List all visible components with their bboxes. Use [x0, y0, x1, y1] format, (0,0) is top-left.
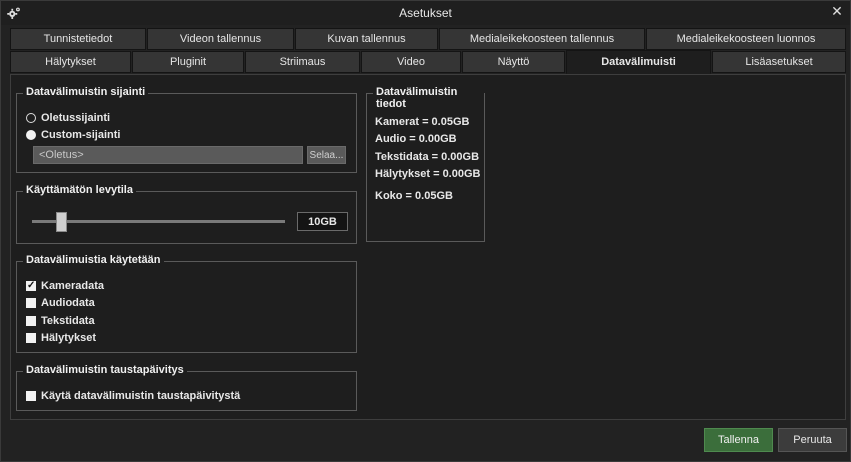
free-space-value[interactable]: 10GB	[297, 212, 348, 231]
usage-item-halytykset[interactable]: Hälytykset	[26, 332, 96, 344]
checkbox[interactable]	[26, 391, 36, 401]
usage-item-kameradata[interactable]: ✓ Kameradata	[26, 280, 104, 292]
tab-medialeikekoosteen-tallennus[interactable]: Medialeikekoosteen tallennus	[439, 28, 645, 50]
window-title: Asetukset	[399, 6, 452, 20]
tab-lisaasetukset[interactable]: Lisäasetukset	[712, 51, 846, 73]
location-group-title: Datavälimuistin sijainti	[23, 86, 149, 98]
info-audio: Audio = 0.00GB	[375, 133, 457, 145]
checkbox[interactable]	[26, 298, 36, 308]
info-text: Tekstidata = 0.00GB	[375, 151, 480, 163]
tab-medialeikekoosteen-luonnos[interactable]: Medialeikekoosteen luonnos	[646, 28, 846, 50]
tab-halytykset[interactable]: Hälytykset	[10, 51, 131, 73]
tab-naytto[interactable]: Näyttö	[462, 51, 565, 73]
tab-striimaus[interactable]: Striimaus	[245, 51, 360, 73]
cancel-button[interactable]: Peruuta	[778, 428, 847, 452]
usage-item-label: Audiodata	[41, 297, 95, 309]
info-alarms: Hälytykset = 0.00GB	[375, 168, 481, 180]
background-update-group-title: Datavälimuistin taustapäivitys	[23, 364, 187, 376]
free-space-slider-track[interactable]	[32, 220, 285, 223]
background-update-checkbox-row[interactable]: Käytä datavälimuistin taustapäivitystä	[26, 390, 240, 402]
default-location-radio[interactable]: Oletussijainti	[26, 112, 110, 124]
free-space-group-title: Käyttämätön levytila	[23, 184, 136, 196]
info-total: Koko = 0.05GB	[375, 190, 453, 202]
title-bar: Asetukset ✕	[1, 1, 850, 25]
usage-item-label: Kameradata	[41, 280, 104, 292]
settings-window: Asetukset ✕ Tunnistetiedot Videon tallen…	[0, 0, 851, 462]
info-cameras: Kamerat = 0.05GB	[375, 116, 470, 128]
checkbox[interactable]	[26, 333, 36, 343]
custom-location-radio[interactable]: Custom-sijainti	[26, 129, 120, 141]
tab-datavalimuisti[interactable]: Datavälimuisti	[566, 50, 711, 74]
usage-item-audiodata[interactable]: Audiodata	[26, 297, 95, 309]
usage-group-title: Datavälimuistia käytetään	[23, 254, 164, 266]
checkbox[interactable]: ✓	[26, 281, 36, 291]
tab-kuvan-tallennus[interactable]: Kuvan tallennus	[295, 28, 438, 50]
radio-button-unselected[interactable]	[26, 113, 36, 123]
checkbox[interactable]	[26, 316, 36, 326]
save-button[interactable]: Tallenna	[704, 428, 773, 452]
usage-item-tekstidata[interactable]: Tekstidata	[26, 315, 95, 327]
default-location-label: Oletussijainti	[41, 112, 111, 124]
tab-tunnistetiedot[interactable]: Tunnistetiedot	[10, 28, 146, 50]
radio-button-selected[interactable]	[26, 130, 36, 140]
tab-video[interactable]: Video	[361, 51, 461, 73]
background-update-label: Käytä datavälimuistin taustapäivitystä	[41, 390, 241, 402]
close-icon[interactable]: ✕	[830, 4, 844, 18]
browse-button[interactable]: Selaa...	[307, 146, 346, 164]
custom-path-input[interactable]: <Oletus>	[33, 146, 303, 164]
cache-info-group-title: Datavälimuistin tiedot	[373, 86, 484, 110]
free-space-slider-thumb[interactable]	[56, 212, 68, 232]
tab-videon-tallennus[interactable]: Videon tallennus	[147, 28, 294, 50]
tab-pluginit[interactable]: Pluginit	[132, 51, 244, 73]
custom-location-label: Custom-sijainti	[41, 129, 121, 141]
usage-item-label: Tekstidata	[41, 315, 95, 327]
usage-item-label: Hälytykset	[41, 332, 97, 344]
